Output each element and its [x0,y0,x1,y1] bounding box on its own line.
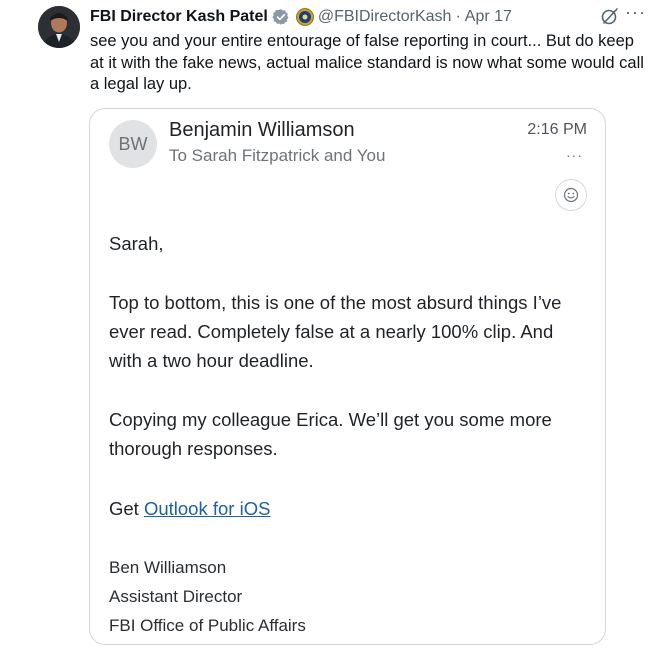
email-time: 2:16 PM [527,121,587,138]
signature-office: FBI Office of Public Affairs [109,616,306,635]
sender-avatar: BW [109,120,157,168]
email-paragraph-1: Top to bottom, this is one of the most a… [109,292,562,371]
signature-title: Assistant Director [109,587,243,606]
author-handle[interactable]: @FBIDirectorKash [318,8,452,26]
tweet-text: see you and your entire entourage of fal… [90,32,644,93]
author-avatar[interactable] [38,6,80,48]
author-name[interactable]: FBI Director Kash Patel [90,8,268,26]
email-paragraph-2: Copying my colleague Erica. We’ll get yo… [109,409,552,459]
agency-seal-icon [295,8,314,26]
separator: · [455,8,461,25]
get-prefix: Get [109,498,144,519]
author-avatar-image [38,6,80,48]
more-icon[interactable]: ··· [625,2,646,23]
outlook-link: Outlook for iOS [143,498,271,519]
tweet-header: FBI Director Kash Patel @FBIDirectorKash… [90,6,650,28]
get-outlook-line: Get Outlook for iOS [109,494,589,523]
grok-icon[interactable] [600,6,620,31]
email-more-icon: ··· [566,147,583,163]
recipients-line: To Sarah Fitzpatrick and You [169,146,386,165]
email-card: BW Benjamin Williamson To Sarah Fitzpatr… [89,108,606,645]
tweet-date[interactable]: Apr 17 [465,8,512,26]
signature-name: Ben Williamson [109,558,227,577]
email-greeting: Sarah, [109,233,164,254]
sender-name: Benjamin Williamson [169,119,355,141]
emoji-reaction-icon [555,179,587,211]
verified-badge-icon [272,8,290,26]
